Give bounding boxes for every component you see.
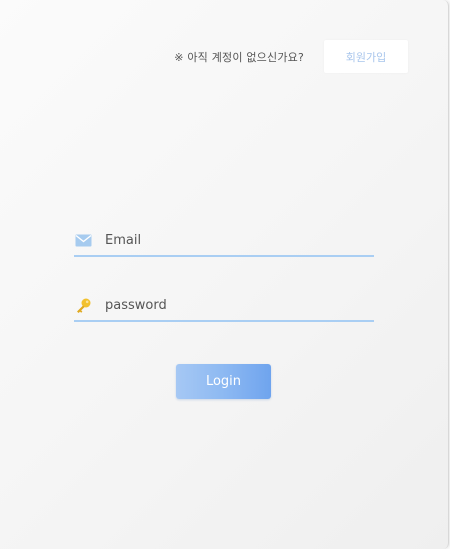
password-field-row — [74, 290, 374, 322]
signup-button[interactable]: 회원가입 — [324, 40, 408, 73]
password-input[interactable] — [105, 293, 374, 317]
email-input[interactable] — [105, 228, 374, 252]
login-panel: ※ 아직 계정이 없으신가요? 회원가입 Login — [0, 0, 449, 549]
key-icon — [74, 296, 92, 314]
signup-row: ※ 아직 계정이 없으신가요? 회원가입 — [174, 40, 408, 73]
signup-prompt: ※ 아직 계정이 없으신가요? — [174, 50, 304, 64]
email-field-row — [74, 225, 374, 257]
envelope-icon — [74, 231, 92, 249]
login-button[interactable]: Login — [176, 364, 271, 399]
